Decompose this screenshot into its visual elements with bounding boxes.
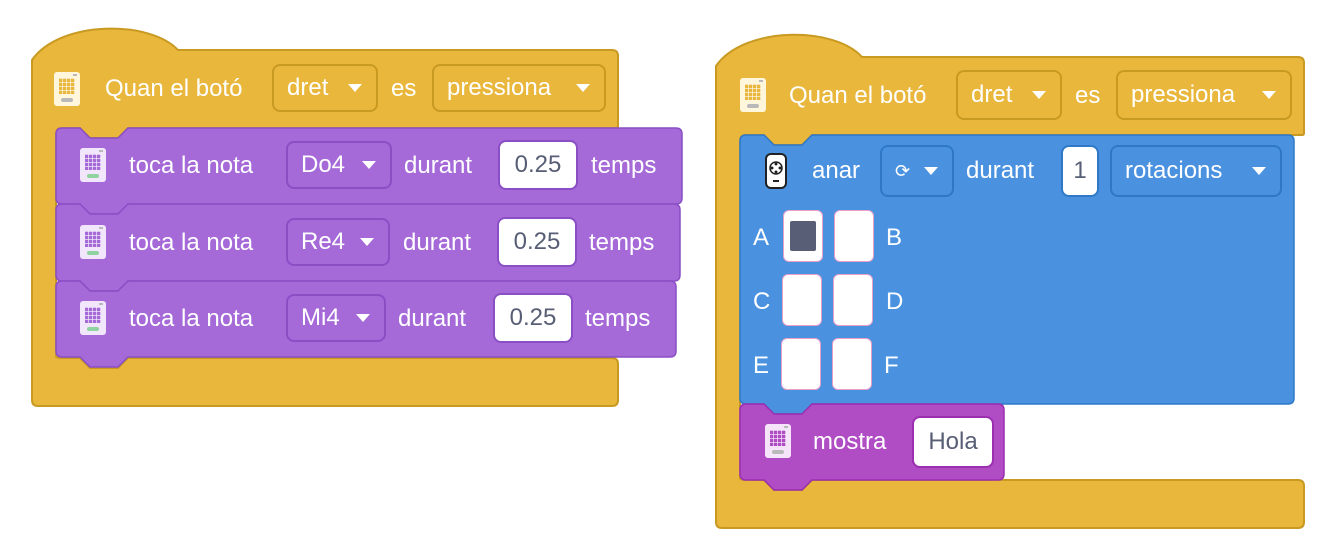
display-text-input[interactable]: Hola (912, 416, 994, 468)
right-script[interactable]: Quan el botó dret es pressiona anar ⟳ du… (0, 0, 1328, 554)
show-text-block-shape (739, 403, 1005, 491)
microbit-icon (765, 424, 791, 458)
show-label: mostra (813, 428, 887, 455)
